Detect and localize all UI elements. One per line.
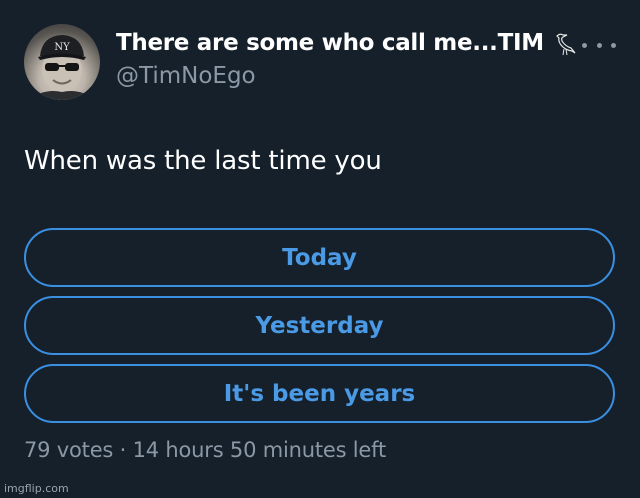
- poll-option-yesterday[interactable]: Yesterday: [24, 296, 615, 355]
- more-dot: [596, 42, 602, 48]
- poll: Today Yesterday It's been years: [24, 228, 616, 432]
- more-dot: [611, 42, 616, 48]
- poll-option-label: It's been years: [223, 380, 416, 407]
- more-dot: [582, 42, 587, 48]
- author-display-name[interactable]: There are some who call me...TIM: [116, 30, 544, 56]
- tweet: NY There are some who call me...TIM @Tim…: [0, 0, 640, 498]
- watermark: imgflip.com: [4, 482, 69, 495]
- author-name-row: There are some who call me...TIM: [116, 30, 578, 56]
- poll-option-label: Today: [282, 244, 357, 271]
- avatar-photo-icon: NY: [28, 35, 96, 100]
- poll-option-today[interactable]: Today: [24, 228, 615, 287]
- more-horizontal-icon[interactable]: [582, 36, 616, 54]
- author-handle[interactable]: @TimNoEgo: [116, 63, 256, 89]
- heron-bird-icon: [552, 30, 578, 56]
- svg-text:NY: NY: [54, 42, 70, 53]
- poll-meta: 79 votes · 14 hours 50 minutes left: [24, 438, 386, 462]
- poll-option-label: Yesterday: [255, 312, 384, 339]
- poll-option-its-been-years[interactable]: It's been years: [24, 364, 615, 423]
- tweet-text: When was the last time you: [24, 146, 382, 176]
- avatar[interactable]: NY: [24, 24, 100, 100]
